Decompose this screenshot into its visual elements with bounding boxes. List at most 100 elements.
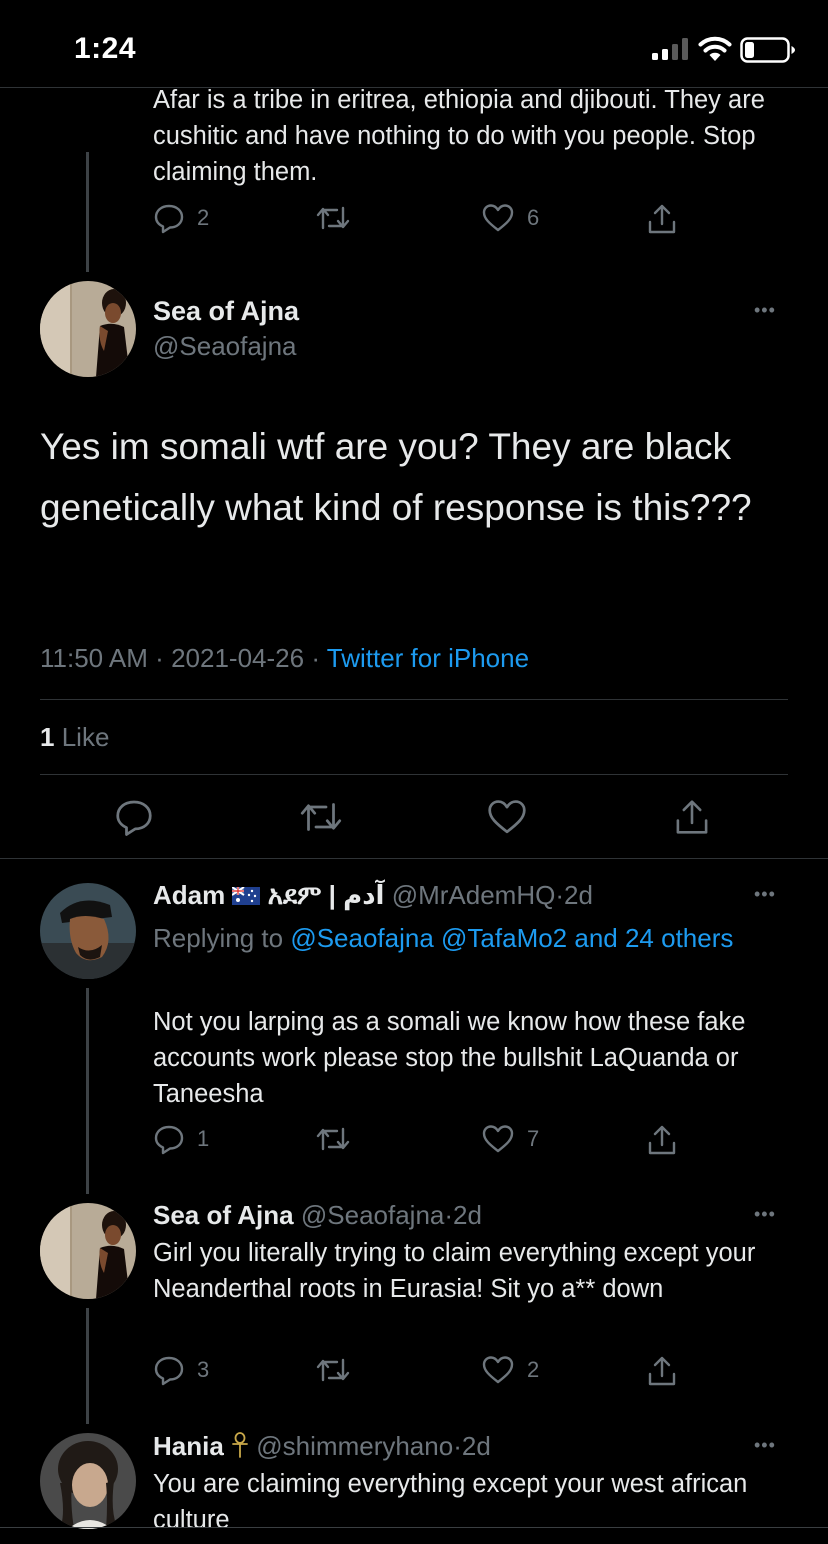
avatar[interactable] (40, 883, 136, 979)
retweet-button[interactable] (315, 202, 351, 234)
thread-line (86, 152, 89, 272)
cellular-signal-icon (652, 38, 688, 60)
share-button[interactable] (645, 1354, 679, 1388)
retweet-icon (316, 206, 350, 230)
author-name[interactable]: Hania (153, 1431, 224, 1461)
reply-icon (116, 800, 152, 836)
like-button[interactable]: 7 (481, 1123, 539, 1155)
heart-icon (482, 204, 514, 232)
share-button[interactable] (645, 202, 679, 236)
reply-actions: 3 2 (153, 1354, 693, 1394)
author-handle[interactable]: @Seaofajna (301, 1200, 445, 1230)
separator-dot: · (453, 1431, 462, 1461)
avatar[interactable] (40, 1433, 136, 1529)
tweet-source-link[interactable]: Twitter for iPhone (327, 643, 529, 673)
like-button[interactable]: 6 (481, 202, 539, 234)
retweet-button[interactable] (315, 1354, 351, 1386)
author-name-suffix: አደም | آدم (267, 880, 385, 910)
heart-icon (482, 1356, 514, 1384)
australia-flag-icon (231, 886, 261, 905)
author-name[interactable]: Sea of Ajna (153, 1200, 294, 1230)
heart-icon (482, 1125, 514, 1153)
more-options-icon[interactable]: ••• (754, 300, 776, 321)
avatar[interactable] (40, 1203, 136, 1299)
replying-to: Replying to @Seaofajna @TafaMo2 and 24 o… (153, 918, 753, 958)
author-handle[interactable]: @Seaofajna (153, 331, 297, 362)
thread-line (86, 1308, 89, 1424)
separator-dot: · (155, 643, 164, 673)
main-tweet-actions (114, 797, 714, 837)
reply-icon (154, 1356, 184, 1386)
reply-icon (154, 1125, 184, 1155)
main-tweet-text: Yes im somali wtf are you? They are blac… (40, 426, 752, 528)
retweet-button[interactable] (298, 797, 344, 837)
reply-icon (154, 204, 184, 234)
reply-button[interactable]: 3 (153, 1354, 209, 1386)
reply-button[interactable]: 2 (153, 202, 209, 234)
avatar-image (40, 1433, 136, 1529)
avatar-image (40, 281, 136, 377)
avatar-image (40, 1203, 136, 1299)
status-time: 1:24 (74, 32, 137, 65)
reply-button[interactable]: 1 (153, 1123, 209, 1155)
divider (0, 858, 828, 859)
reply-count: 1 (197, 1126, 210, 1151)
reply-count: 2 (197, 205, 210, 230)
divider (40, 699, 788, 700)
retweet-button[interactable] (315, 1123, 351, 1155)
reply-header: Adam አደም | آدم @MrAdemHQ·2d (153, 880, 593, 912)
tweet-age: 2d (453, 1200, 482, 1230)
share-button[interactable] (672, 797, 712, 837)
like-label: Like (61, 722, 110, 752)
author-handle[interactable]: @MrAdemHQ (392, 880, 556, 910)
like-button[interactable] (486, 797, 528, 837)
share-icon (648, 204, 676, 234)
tweet-age: 2d (564, 880, 593, 910)
author-name[interactable]: Adam (153, 880, 225, 910)
like-button[interactable]: 2 (481, 1354, 539, 1386)
more-options-icon[interactable]: ••• (754, 884, 776, 905)
separator-dot: · (555, 880, 564, 910)
likes-summary[interactable]: 1 Like (40, 722, 109, 753)
retweet-icon (300, 803, 342, 831)
more-options-icon[interactable]: ••• (754, 1204, 776, 1225)
retweet-icon (316, 1358, 350, 1382)
wifi-icon (698, 36, 732, 61)
heart-icon (488, 800, 526, 834)
parent-tweet-text: Afar is a tribe in eritrea, ethiopia and… (153, 86, 765, 186)
author-handle[interactable]: @shimmeryhano (256, 1431, 453, 1461)
reply-text-clip: You are claiming everything except your … (153, 1466, 773, 1528)
replying-to-label: Replying to (153, 923, 284, 953)
share-icon (648, 1125, 676, 1155)
more-options-icon[interactable]: ••• (754, 1435, 776, 1456)
like-count: 2 (527, 1357, 540, 1382)
like-total: 1 (40, 722, 55, 752)
share-button[interactable] (645, 1123, 679, 1157)
reply-text: Girl you literally trying to claim every… (153, 1239, 756, 1303)
like-count: 6 (527, 205, 540, 230)
share-icon (676, 800, 708, 834)
like-count: 7 (527, 1126, 540, 1151)
ankh-icon (232, 1432, 248, 1458)
tweet-timestamp: 11:50 AM · 2021-04-26 · Twitter for iPho… (40, 643, 529, 674)
reply-text: Not you larping as a somali we know how … (153, 1008, 746, 1108)
reply-actions: 1 7 (153, 1123, 693, 1163)
reply-count: 3 (197, 1357, 210, 1382)
avatar[interactable] (40, 281, 136, 377)
avatar-image (40, 883, 136, 979)
reply-header: Hania @shimmeryhano·2d (153, 1431, 491, 1462)
battery-icon (740, 37, 795, 63)
tweet-age: 2d (461, 1431, 491, 1461)
reply-header: Sea of Ajna @Seaofajna·2d (153, 1200, 482, 1231)
tweet-date: 2021-04-26 (171, 643, 305, 673)
tweet-time: 11:50 AM (40, 643, 148, 673)
replying-to-users[interactable]: @Seaofajna @TafaMo2 and 24 others (290, 923, 733, 953)
status-bar: 1:24 (0, 0, 828, 88)
bottom-divider (0, 1527, 828, 1528)
divider (40, 774, 788, 775)
separator-dot: · (444, 1200, 454, 1230)
reply-button[interactable] (114, 797, 154, 837)
author-name[interactable]: Sea of Ajna (153, 296, 299, 327)
parent-tweet-actions: 2 6 (153, 202, 693, 242)
share-icon (648, 1356, 676, 1386)
